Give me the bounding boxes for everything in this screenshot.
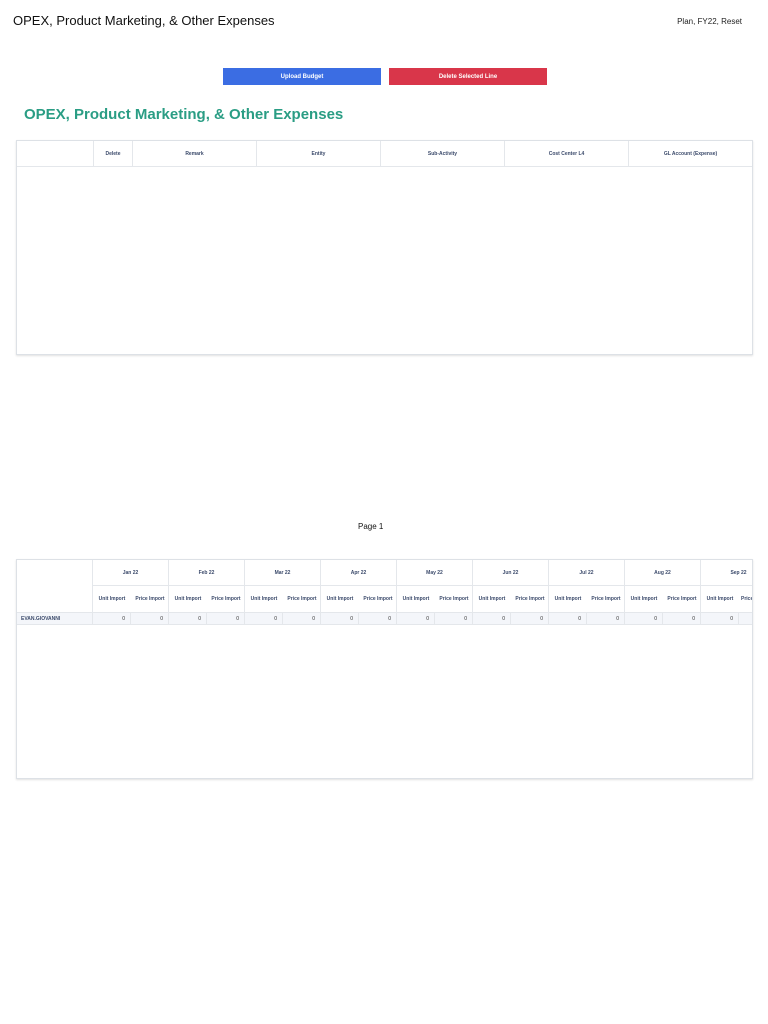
month-header: Feb 22 xyxy=(169,560,244,586)
month-columns: Jan 22 Unit Import Price Import Feb 22 Unit … xyxy=(93,560,753,613)
column-header-remark[interactable]: Remark xyxy=(132,141,256,166)
value-cell[interactable]: 0 xyxy=(245,613,283,624)
price-import-header: Price Import xyxy=(287,596,317,602)
month-header: Mar 22 xyxy=(245,560,320,586)
unit-import-header: Unit Import xyxy=(98,596,126,602)
month-header: Sep 22 xyxy=(701,560,752,586)
month-header: Jul 22 xyxy=(549,560,624,586)
price-import-header: Price Import xyxy=(363,596,393,602)
table-header-row: Delete Remark Entity Sub-Activity Cost C… xyxy=(17,141,752,167)
line-items-table: Delete Remark Entity Sub-Activity Cost C… xyxy=(16,140,753,355)
month-column: Jul 22 Unit Import Price Import xyxy=(549,560,625,613)
delete-selected-line-button[interactable]: Delete Selected Line xyxy=(389,68,547,85)
page-header-title: OPEX, Product Marketing, & Other Expense… xyxy=(13,13,275,28)
unit-import-header: Unit Import xyxy=(630,596,658,602)
column-header-entity[interactable]: Entity xyxy=(256,141,380,166)
value-cell[interactable]: 0 xyxy=(435,613,473,624)
value-cell[interactable]: 0 xyxy=(663,613,701,624)
unit-import-header: Unit Import xyxy=(326,596,354,602)
monthly-grid: Jan 22 Unit Import Price Import Feb 22 Unit … xyxy=(16,559,753,779)
value-cell[interactable]: 0 xyxy=(93,613,131,624)
value-cell[interactable]: 0 xyxy=(511,613,549,624)
column-header-cost-center[interactable]: Cost Center L4 xyxy=(504,141,628,166)
sub-header-row: Unit Import Price Import xyxy=(549,586,624,613)
value-cell[interactable]: 0 xyxy=(397,613,435,624)
month-header: Aug 22 xyxy=(625,560,700,586)
sub-header-row: Unit Import Price Import xyxy=(473,586,548,613)
unit-import-header: Unit Import xyxy=(174,596,202,602)
page-indicator: Page 1 xyxy=(358,522,384,531)
month-header: Jun 22 xyxy=(473,560,548,586)
table-row[interactable]: EVAN.GIOVANNI 00000000000000000 xyxy=(17,613,752,625)
column-header-sub-activity[interactable]: Sub-Activity xyxy=(380,141,504,166)
value-cell[interactable]: 0 xyxy=(587,613,625,624)
month-header: May 22 xyxy=(397,560,472,586)
sub-header-row: Unit Import Price Import xyxy=(397,586,472,613)
month-column: Apr 22 Unit Import Price Import xyxy=(321,560,397,613)
column-header-gl-account[interactable]: GL Account (Expense) xyxy=(628,141,752,166)
grid-stub-header xyxy=(17,560,93,613)
row-label: EVAN.GIOVANNI xyxy=(17,613,93,624)
month-column: Mar 22 Unit Import Price Import xyxy=(245,560,321,613)
month-column: Aug 22 Unit Import Price Import xyxy=(625,560,701,613)
value-cell[interactable]: 0 xyxy=(625,613,663,624)
month-header: Apr 22 xyxy=(321,560,396,586)
unit-import-header: Unit Import xyxy=(250,596,278,602)
sub-header-row: Unit Import Price xyxy=(701,586,753,613)
value-cell[interactable]: 0 xyxy=(473,613,511,624)
column-header-select xyxy=(17,141,93,166)
month-column: Feb 22 Unit Import Price Import xyxy=(169,560,245,613)
value-cell[interactable]: 0 xyxy=(283,613,321,624)
upload-budget-button[interactable]: Upload Budget xyxy=(223,68,381,85)
price-import-header: Price Import xyxy=(515,596,545,602)
month-header: Jan 22 xyxy=(93,560,168,586)
unit-import-header: Unit Import xyxy=(554,596,582,602)
sub-header-row: Unit Import Price Import xyxy=(169,586,244,613)
month-column: Jan 22 Unit Import Price Import xyxy=(93,560,169,613)
price-import-header: Price Import xyxy=(135,596,165,602)
value-cell[interactable]: 0 xyxy=(321,613,359,624)
month-column: May 22 Unit Import Price Import xyxy=(397,560,473,613)
price-import-header: Price Import xyxy=(667,596,697,602)
month-column: Jun 22 Unit Import Price Import xyxy=(473,560,549,613)
column-header-delete[interactable]: Delete xyxy=(93,141,132,166)
value-cell[interactable]: 0 xyxy=(701,613,739,624)
value-cell[interactable]: 0 xyxy=(131,613,169,624)
price-import-header: Price Import xyxy=(211,596,241,602)
unit-import-header: Unit Import xyxy=(478,596,506,602)
grid-header: Jan 22 Unit Import Price Import Feb 22 Unit … xyxy=(17,560,752,613)
value-cell[interactable]: 0 xyxy=(359,613,397,624)
unit-import-header: Unit Import xyxy=(402,596,430,602)
sub-header-row: Unit Import Price Import xyxy=(625,586,700,613)
section-title: OPEX, Product Marketing, & Other Expense… xyxy=(24,106,344,123)
sub-header-row: Unit Import Price Import xyxy=(245,586,320,613)
value-cell[interactable]: 0 xyxy=(169,613,207,624)
unit-import-header: Unit Import xyxy=(706,596,734,602)
price-import-header: Price Import xyxy=(439,596,469,602)
month-column: Sep 22 Unit Import Price xyxy=(701,560,753,613)
value-cell[interactable]: 0 xyxy=(207,613,245,624)
sub-header-row: Unit Import Price Import xyxy=(93,586,168,613)
value-cell[interactable]: 0 xyxy=(549,613,587,624)
sub-header-row: Unit Import Price Import xyxy=(321,586,396,613)
price-import-header: Price Import xyxy=(591,596,621,602)
price-import-header: Price xyxy=(741,596,753,602)
plan-context-label: Plan, FY22, Reset xyxy=(677,17,742,26)
